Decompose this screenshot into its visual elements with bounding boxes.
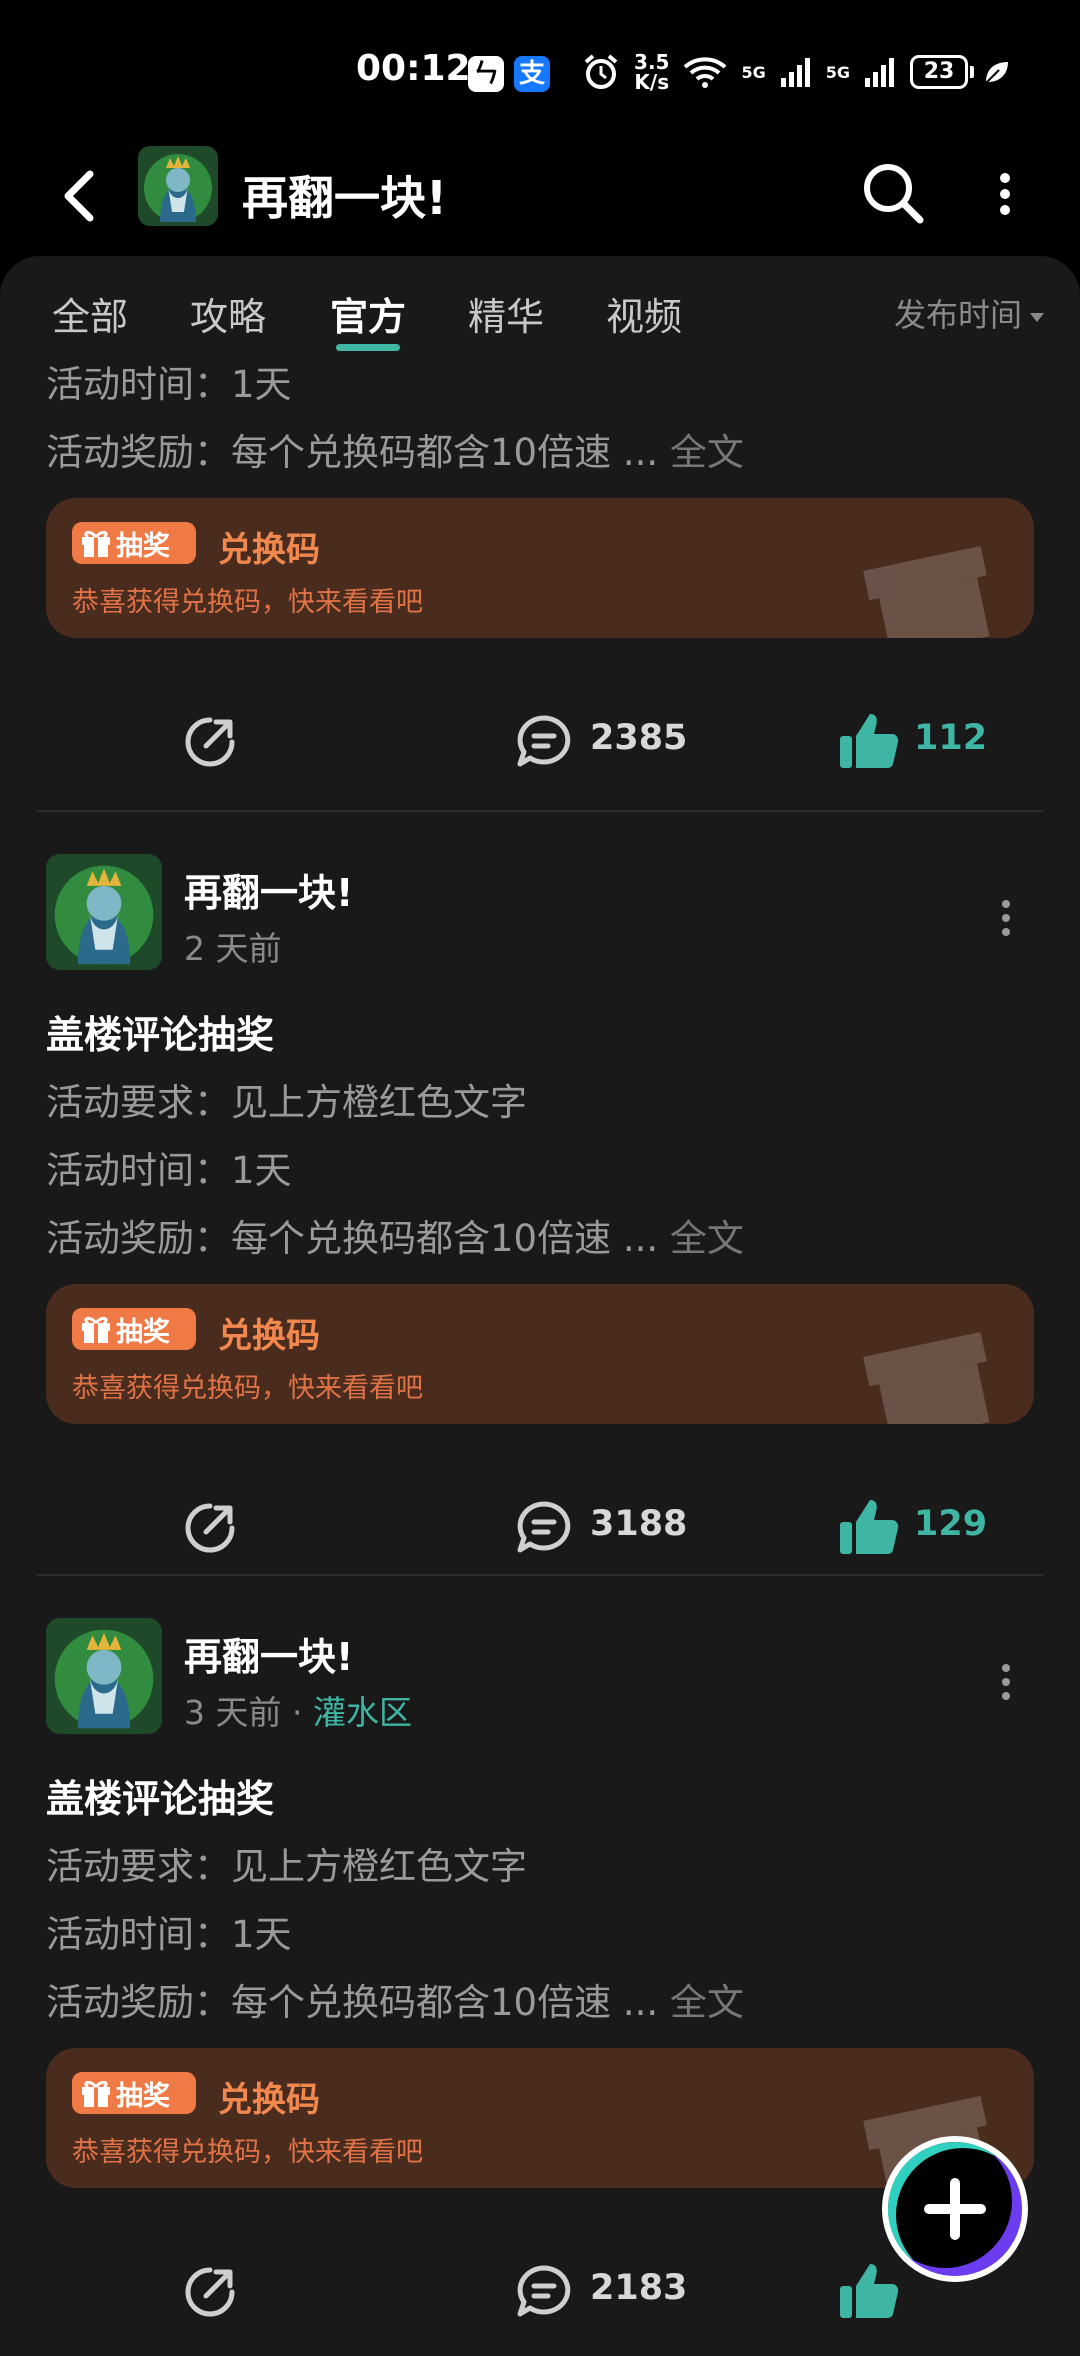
post-body-line: 活动奖励：每个兑换码都含10倍速 ... 全文 xyxy=(46,1217,744,1260)
share-icon[interactable] xyxy=(180,2262,240,2322)
create-post-button[interactable] xyxy=(882,2136,1028,2282)
chevron-left-icon[interactable] xyxy=(52,160,112,230)
app-header: 再翻一块! xyxy=(0,140,1080,256)
search-icon[interactable] xyxy=(856,154,928,234)
author-name[interactable]: 再翻一块! xyxy=(184,862,353,917)
post-body-line: 活动奖励：每个兑换码都含10倍速 ... 全文 xyxy=(46,1981,744,2024)
tab-videos[interactable]: 视频 xyxy=(606,286,682,341)
read-more-link[interactable]: 全文 xyxy=(670,1217,744,1260)
character-icon xyxy=(138,146,218,226)
category-link[interactable]: 灌水区 xyxy=(313,1693,412,1732)
leaf-icon xyxy=(984,62,1008,85)
page-title: 再翻一块! xyxy=(242,171,447,225)
plus-icon xyxy=(950,2178,960,2240)
author-name[interactable]: 再翻一块! xyxy=(184,1626,353,1681)
post-title[interactable]: 盖楼评论抽奖 xyxy=(46,1768,274,1823)
gift-watermark-icon xyxy=(863,545,990,638)
app-notification-icon: ㄣ xyxy=(468,56,504,92)
wifi-icon xyxy=(684,57,727,88)
lottery-card[interactable]: 抽奖 兑换码 恭喜获得兑换码，快来看看吧 xyxy=(46,498,1034,638)
lottery-title: 兑换码 xyxy=(218,530,320,570)
character-icon xyxy=(46,854,162,970)
status-bar: 00:12 ㄣ 支 3.5 K/s 5G 5G 23 xyxy=(0,0,1080,140)
battery-indicator: 23 xyxy=(910,55,974,89)
gift-icon xyxy=(82,2080,110,2107)
post-actions: 3188 129 xyxy=(0,1488,1080,1568)
thumbs-up-icon[interactable] xyxy=(838,710,900,772)
net-speed: 3.5 K/s xyxy=(634,50,670,94)
more-vertical-icon[interactable] xyxy=(996,898,1016,938)
status-time: 00:12 xyxy=(356,48,471,89)
tab-featured[interactable]: 精华 xyxy=(468,286,544,341)
lottery-subtitle: 恭喜获得兑换码，快来看看吧 xyxy=(72,2137,423,2168)
tab-guides[interactable]: 攻略 xyxy=(190,286,266,341)
post-meta: 3 天前 · 灌水区 xyxy=(184,1686,412,1734)
lottery-badge: 抽奖 xyxy=(72,1308,196,1350)
read-more-link[interactable]: 全文 xyxy=(670,431,744,474)
lottery-title: 兑换码 xyxy=(218,2080,320,2120)
like-count: 112 xyxy=(914,718,988,758)
author-avatar[interactable] xyxy=(46,854,162,970)
post-time: 3 天前 xyxy=(184,1693,282,1732)
comment-count: 2183 xyxy=(590,2268,688,2308)
comment-count: 2385 xyxy=(590,718,688,758)
thumbs-up-icon[interactable] xyxy=(838,1496,900,1558)
post-title[interactable]: 盖楼评论抽奖 xyxy=(46,1004,274,1059)
post-actions: 2385 112 xyxy=(0,702,1080,782)
signal-label-1: 5G xyxy=(741,62,766,82)
character-icon xyxy=(46,1618,162,1734)
status-icons: 3.5 K/s 5G 5G 23 xyxy=(582,52,1010,92)
lottery-badge: 抽奖 xyxy=(72,2072,196,2114)
lottery-card[interactable]: 抽奖 兑换码 恭喜获得兑换码，快来看看吧 xyxy=(46,2048,1034,2188)
lottery-title: 兑换码 xyxy=(218,1316,320,1356)
share-icon[interactable] xyxy=(180,712,240,772)
active-tab-indicator xyxy=(336,344,401,351)
post-body-line: 活动奖励：每个兑换码都含10倍速 ... 全文 xyxy=(46,431,744,474)
tab-all[interactable]: 全部 xyxy=(52,286,128,341)
content-panel: 全部 攻略 官方 精华 视频 发布时间 活动时间：1天 活动奖励：每个兑换码都含… xyxy=(0,256,1080,2356)
thumbs-up-icon[interactable] xyxy=(838,2260,900,2322)
forum-avatar xyxy=(138,146,218,226)
comment-icon[interactable] xyxy=(514,2262,574,2322)
gift-icon xyxy=(82,530,110,557)
author-avatar[interactable] xyxy=(46,1618,162,1734)
like-count: 129 xyxy=(914,1504,988,1544)
more-vertical-icon[interactable] xyxy=(990,164,1020,224)
post-body-line: 活动要求：见上方橙红色文字 xyxy=(46,1081,527,1124)
lottery-badge: 抽奖 xyxy=(72,522,196,564)
meta-separator: · xyxy=(292,1693,303,1732)
alipay-icon: 支 xyxy=(514,56,550,92)
alarm-icon xyxy=(584,54,618,89)
post-body-line: 活动时间：1天 xyxy=(46,1913,292,1956)
comment-icon[interactable] xyxy=(514,1498,574,1558)
post-body-line: 活动时间：1天 xyxy=(46,363,292,406)
post-card[interactable]: 再翻一块! 2 天前 盖楼评论抽奖 活动要求：见上方橙红色文字 活动时间：1天 … xyxy=(0,812,1080,1576)
signal-label-2: 5G xyxy=(825,62,850,82)
sort-dropdown[interactable]: 发布时间 xyxy=(894,290,1044,336)
post-body-line: 活动时间：1天 xyxy=(46,1149,292,1192)
post-time: 2 天前 xyxy=(184,929,282,968)
tab-official[interactable]: 官方 xyxy=(330,286,406,351)
lottery-card[interactable]: 抽奖 兑换码 恭喜获得兑换码，快来看看吧 xyxy=(46,1284,1034,1424)
comment-icon[interactable] xyxy=(514,712,574,772)
lottery-subtitle: 恭喜获得兑换码，快来看看吧 xyxy=(72,1373,423,1404)
comment-count: 3188 xyxy=(590,1504,688,1544)
post-body-line: 活动要求：见上方橙红色文字 xyxy=(46,1845,527,1888)
more-vertical-icon[interactable] xyxy=(996,1662,1016,1702)
read-more-link[interactable]: 全文 xyxy=(670,1981,744,2024)
signal-icon xyxy=(780,58,810,87)
tab-bar: 全部 攻略 官方 精华 视频 发布时间 xyxy=(0,256,1080,352)
share-icon[interactable] xyxy=(180,1498,240,1558)
gift-icon xyxy=(82,1316,110,1343)
lottery-subtitle: 恭喜获得兑换码，快来看看吧 xyxy=(72,587,423,618)
caret-down-icon xyxy=(1030,312,1044,322)
gift-watermark-icon xyxy=(863,1331,990,1424)
signal-icon xyxy=(865,58,894,87)
